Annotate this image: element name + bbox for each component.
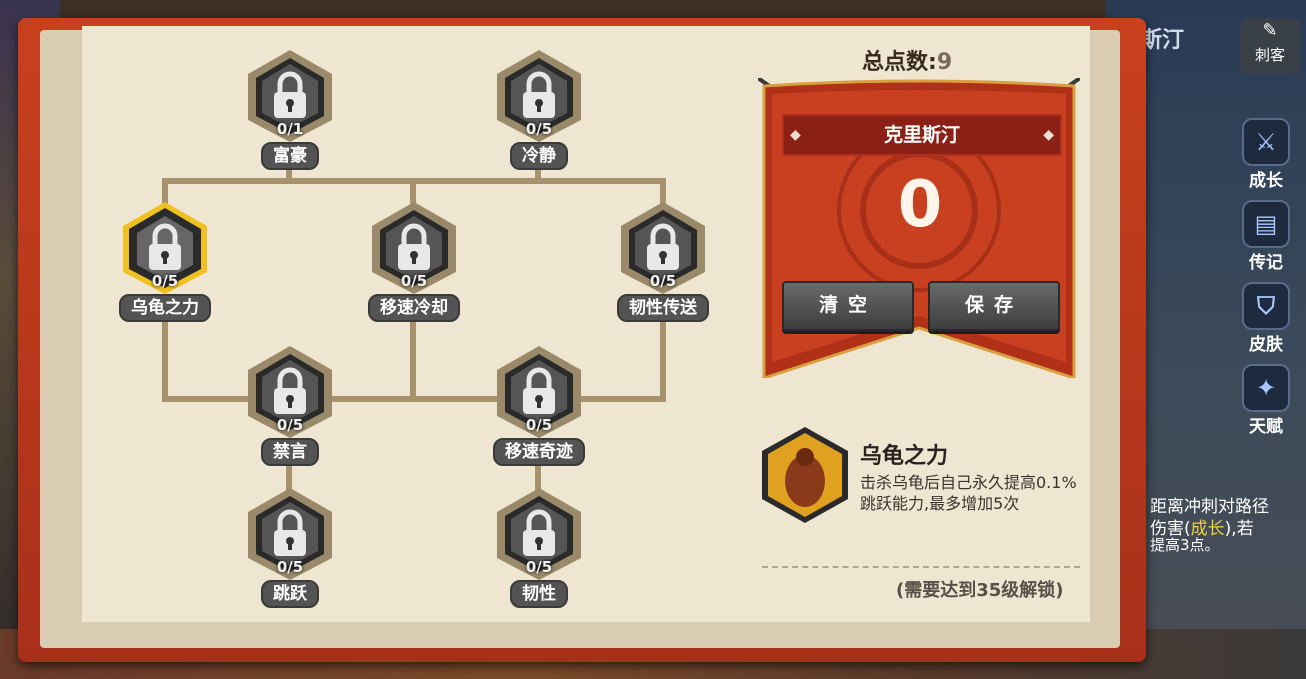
node-label: 乌龟之力 — [119, 294, 211, 322]
pen-icon: ✎ — [1262, 20, 1278, 41]
points-used: 0 — [897, 168, 943, 242]
class-label: 刺客 — [1254, 46, 1285, 64]
node-label: 韧性 — [510, 580, 568, 608]
talent-node-turtle[interactable]: 0/5 乌龟之力 — [117, 200, 213, 322]
side-skin-button[interactable]: ⛉ 皮肤 — [1240, 282, 1292, 355]
side-item-label: 传记 — [1249, 253, 1283, 273]
node-label: 禁言 — [261, 438, 319, 466]
helmet-icon: ⛉ — [1242, 282, 1290, 330]
total-points: 总点数:9 — [862, 50, 953, 75]
hero-name-bar: ◆ 克里斯汀 ◆ — [782, 114, 1062, 156]
node-count: 0/5 — [525, 416, 553, 434]
talent-node-calm[interactable]: 0/5 冷静 — [491, 48, 587, 170]
side-item-label: 成长 — [1249, 171, 1283, 191]
talent-node-speed-miracle[interactable]: 0/5 移速奇迹 — [491, 344, 587, 466]
talent-icon: ✦ — [1242, 364, 1290, 412]
hero-name-partial: 斯汀 — [1140, 28, 1185, 53]
node-count: 0/1 — [276, 120, 304, 138]
side-growth-button[interactable]: ⚔ 成长 — [1240, 118, 1292, 191]
node-label: 韧性传送 — [617, 294, 709, 322]
talent-node-jump[interactable]: 0/5 跳跃 — [242, 486, 338, 608]
node-count: 0/5 — [525, 120, 553, 138]
tree-line — [162, 318, 168, 402]
side-talent-button[interactable]: ✦ 天赋 — [1240, 364, 1292, 437]
node-label: 冷静 — [510, 142, 568, 170]
growth-icon: ⚔ — [1242, 118, 1290, 166]
clear-button[interactable]: 清空 — [782, 281, 914, 331]
tree-line — [410, 318, 416, 402]
node-label: 跳跃 — [261, 580, 319, 608]
hero-name: 克里斯汀 — [883, 124, 960, 146]
node-count: 0/5 — [151, 272, 179, 290]
save-button[interactable]: 保存 — [928, 281, 1060, 331]
node-count: 0/5 — [649, 272, 677, 290]
talent-node-silence[interactable]: 0/5 禁言 — [242, 344, 338, 466]
node-count: 0/5 — [276, 416, 304, 434]
background-text: 提高3点。 — [1150, 536, 1220, 554]
tree-line — [660, 318, 666, 402]
node-label: 移速冷却 — [368, 294, 460, 322]
diamond-icon: ◆ — [1043, 127, 1054, 143]
side-bio-button[interactable]: ▤ 传记 — [1240, 200, 1292, 273]
skill-description: 击杀乌龟后自己永久提高0.1%跳跃能力,最多增加5次 — [860, 473, 1077, 513]
side-item-label: 皮肤 — [1249, 335, 1283, 355]
divider — [762, 566, 1080, 568]
unlock-requirement: (需要达到35级解锁) — [896, 580, 1064, 601]
node-count: 0/5 — [400, 272, 428, 290]
class-button[interactable]: ✎ 刺客 — [1240, 18, 1300, 74]
node-count: 0/5 — [525, 558, 553, 576]
node-label: 移速奇迹 — [493, 438, 585, 466]
node-label: 富豪 — [261, 142, 319, 170]
diamond-icon: ◆ — [790, 127, 801, 143]
tree-line — [162, 396, 666, 402]
book-icon: ▤ — [1242, 200, 1290, 248]
node-count: 0/5 — [276, 558, 304, 576]
talent-node-tough-teleport[interactable]: 0/5 韧性传送 — [615, 200, 711, 322]
side-item-label: 天赋 — [1249, 417, 1283, 437]
talent-node-speed-cooldown[interactable]: 0/5 移速冷却 — [366, 200, 462, 322]
skill-title: 乌龟之力 — [860, 444, 949, 469]
turtle-power-icon — [762, 427, 848, 523]
talent-node-tough[interactable]: 0/5 韧性 — [491, 486, 587, 608]
talent-node-rich[interactable]: 0/1 富豪 — [242, 48, 338, 170]
